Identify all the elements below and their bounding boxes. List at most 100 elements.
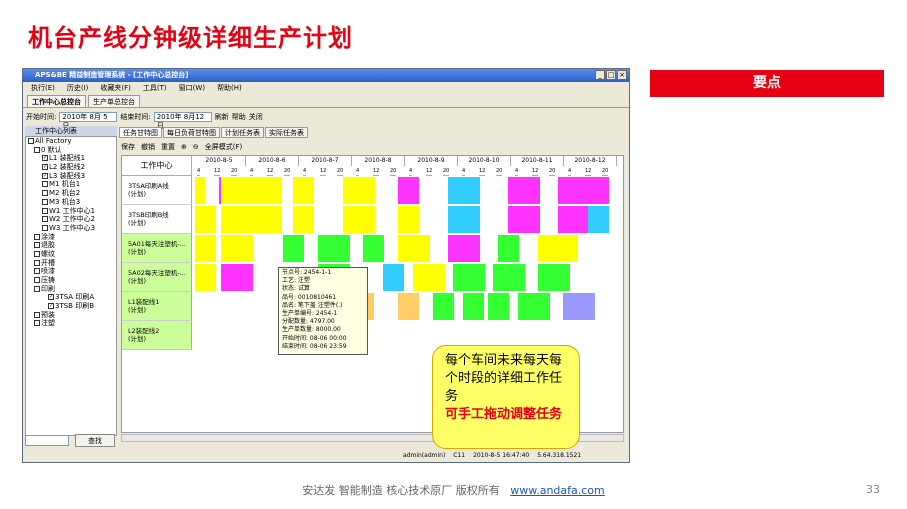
tree-item[interactable]: W3 工作中心3 xyxy=(26,224,116,233)
tree-item[interactable]: W1 工作中心1 xyxy=(26,207,116,216)
tab-daily-load-gantt[interactable]: 每日负荷甘特图 xyxy=(163,127,220,138)
checkbox[interactable] xyxy=(28,138,34,144)
task-block[interactable] xyxy=(463,293,485,320)
checkbox[interactable]: ✓ xyxy=(42,164,48,171)
task-block[interactable] xyxy=(250,177,283,204)
tree-item[interactable]: ✓ 3TSA 印刷A xyxy=(26,293,116,302)
task-block[interactable] xyxy=(568,235,579,262)
end-date-field[interactable]: 2010年 8月12日 xyxy=(153,112,212,130)
checkbox[interactable] xyxy=(42,198,48,205)
zoom-in-icon[interactable]: ⊕ xyxy=(181,143,187,151)
tree-item[interactable]: 退胶 xyxy=(26,241,116,250)
tree-item[interactable]: W2 工作中心2 xyxy=(26,215,116,224)
tab-plan-task-table[interactable]: 计划任务表 xyxy=(221,127,264,138)
task-block[interactable] xyxy=(195,264,217,291)
task-block[interactable] xyxy=(343,177,376,204)
task-block[interactable] xyxy=(563,293,596,320)
tree-item[interactable]: 注塑 xyxy=(26,319,116,328)
workcenter-row-label[interactable]: L2装配线2 (计划) xyxy=(122,321,192,350)
menu-window[interactable]: 窗口(W) xyxy=(179,82,205,94)
tree-item[interactable]: M3 机台3 xyxy=(26,198,116,207)
checkbox[interactable] xyxy=(42,224,48,231)
task-block[interactable] xyxy=(588,206,610,233)
task-block[interactable] xyxy=(221,264,254,291)
vertical-scrollbar[interactable] xyxy=(626,155,629,433)
task-block[interactable] xyxy=(398,206,420,233)
menu-execute[interactable]: 执行(E) xyxy=(31,82,55,94)
task-block[interactable] xyxy=(318,235,351,262)
task-block[interactable] xyxy=(221,235,254,262)
task-block[interactable] xyxy=(448,177,481,204)
save-button[interactable]: 保存 xyxy=(121,142,135,152)
tree-item[interactable]: 压铸 xyxy=(26,276,116,285)
checkbox[interactable] xyxy=(34,259,40,266)
task-block[interactable] xyxy=(498,235,520,262)
task-block[interactable] xyxy=(433,293,455,320)
tree-item[interactable]: ✓ L1 装配线1 xyxy=(26,154,116,163)
tree-item[interactable]: M1 机台1 xyxy=(26,180,116,189)
fullscreen-button[interactable]: 全屏模式(F) xyxy=(205,142,243,152)
task-block[interactable] xyxy=(448,206,481,233)
footer-link[interactable]: www.andafa.com xyxy=(510,484,605,497)
find-button[interactable]: 查找 xyxy=(75,434,115,447)
start-date-field[interactable]: 2010年 8月 5日 xyxy=(59,112,118,130)
checkbox[interactable] xyxy=(42,207,48,214)
tree-item[interactable]: All Factory xyxy=(26,137,116,146)
tree-item[interactable]: 印刷 xyxy=(26,285,116,294)
task-block[interactable] xyxy=(293,206,315,233)
task-block[interactable] xyxy=(448,235,481,262)
tree-item[interactable]: M2 机台2 xyxy=(26,189,116,198)
workcenter-row-label[interactable]: 3TSB印刷B线 (计划) xyxy=(122,205,192,234)
task-block[interactable] xyxy=(558,206,591,233)
tab-task-gantt[interactable]: 任务甘特图 xyxy=(119,127,162,138)
task-block[interactable] xyxy=(413,264,446,291)
checkbox[interactable] xyxy=(34,233,40,240)
task-block[interactable] xyxy=(363,235,385,262)
workcenter-tree[interactable]: All Factory 0 默认 ✓ L1 装配线1 ✓ L2 装配线2 ✓ L3 装配线3 M… xyxy=(25,136,117,436)
tree-item[interactable]: 螺纹 xyxy=(26,250,116,259)
checkbox[interactable]: ✓ xyxy=(42,155,48,162)
tree-item[interactable]: 涂漆 xyxy=(26,233,116,242)
workcenter-row-label[interactable]: 5A02每天注塑机-... (计划) xyxy=(122,263,192,292)
task-block[interactable] xyxy=(293,177,315,204)
task-block[interactable] xyxy=(453,264,486,291)
task-block[interactable] xyxy=(195,206,217,233)
tab-actual-task-table[interactable]: 实际任务表 xyxy=(265,127,308,138)
task-block[interactable] xyxy=(508,206,541,233)
checkbox[interactable] xyxy=(34,311,40,318)
checkbox[interactable] xyxy=(34,250,40,257)
menu-tools[interactable]: 工具(T) xyxy=(143,82,167,94)
reset-button[interactable]: 重置 xyxy=(161,142,175,152)
refresh-button[interactable]: 刷新 xyxy=(215,112,229,122)
checkbox[interactable]: ✓ xyxy=(42,172,48,179)
checkbox[interactable] xyxy=(34,277,40,283)
checkbox[interactable] xyxy=(34,146,40,153)
checkbox[interactable] xyxy=(34,268,40,275)
task-block[interactable] xyxy=(588,177,610,204)
task-block[interactable] xyxy=(508,177,541,204)
task-block[interactable] xyxy=(518,293,551,320)
tab-workcenter-console[interactable]: 工作中心总控台 xyxy=(27,95,86,107)
tree-item[interactable]: ✓ 3TSB 印刷B xyxy=(26,302,116,311)
task-block[interactable] xyxy=(493,264,526,291)
task-block[interactable] xyxy=(195,235,217,262)
checkbox[interactable] xyxy=(34,242,40,249)
tree-item[interactable]: 开槽 xyxy=(26,259,116,268)
task-block[interactable] xyxy=(398,235,431,262)
help-button[interactable]: 帮助 xyxy=(232,112,246,122)
task-block[interactable] xyxy=(398,293,420,320)
task-block[interactable] xyxy=(250,206,283,233)
search-input[interactable] xyxy=(25,435,69,446)
menu-help[interactable]: 帮助(H) xyxy=(217,82,242,94)
maximize-icon[interactable]: □ xyxy=(606,70,616,80)
task-block[interactable] xyxy=(488,293,510,320)
task-block[interactable] xyxy=(538,235,571,262)
task-block[interactable] xyxy=(558,177,591,204)
workcenter-row-label[interactable]: 5A01每天注塑机-... (计划) xyxy=(122,234,192,263)
close-button[interactable]: 关闭 xyxy=(249,112,263,122)
task-block[interactable] xyxy=(283,235,305,262)
undo-button[interactable]: 撤销 xyxy=(141,142,155,152)
tree-item[interactable]: ✓ L2 装配线2 xyxy=(26,163,116,172)
close-icon[interactable]: × xyxy=(617,70,627,80)
checkbox[interactable]: ✓ xyxy=(48,303,54,310)
